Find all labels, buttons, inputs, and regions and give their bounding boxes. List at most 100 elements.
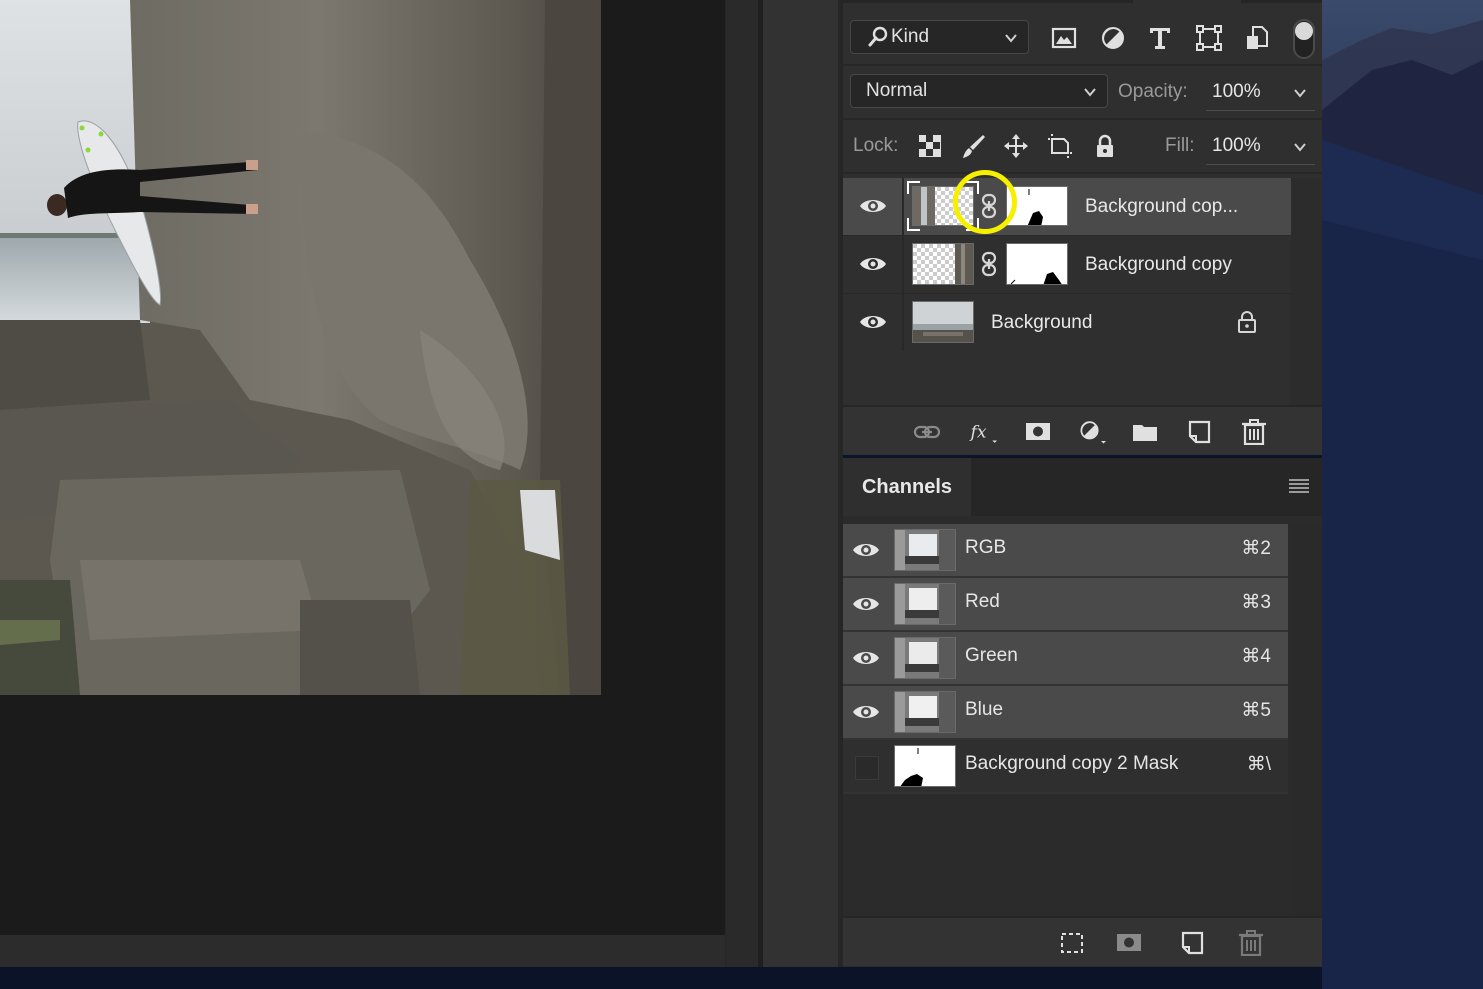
- pixel-layer-filter-icon[interactable]: [1050, 24, 1078, 52]
- channel-row[interactable]: Red ⌘3: [843, 578, 1288, 632]
- channels-scrollbar[interactable]: [1290, 524, 1322, 916]
- eye-icon[interactable]: [852, 593, 880, 615]
- document-image[interactable]: [0, 0, 601, 695]
- channel-name: Red: [965, 591, 1000, 612]
- divider: [902, 178, 904, 235]
- load-channel-as-selection-icon[interactable]: [1058, 930, 1086, 956]
- eye-icon[interactable]: [859, 195, 887, 217]
- channel-row[interactable]: Green ⌘4: [843, 632, 1288, 686]
- tab-channels[interactable]: Channels: [843, 458, 971, 516]
- channel-row[interactable]: Blue ⌘5: [843, 686, 1288, 740]
- layers-panel: Kind Normal Opacity: 100% Lock: Fill: 10…: [843, 0, 1322, 455]
- kind-label: Kind: [891, 26, 930, 47]
- layer-name[interactable]: Background copy: [1085, 254, 1232, 276]
- save-selection-as-channel-icon[interactable]: [1115, 930, 1143, 956]
- layer-name[interactable]: Background cop...: [1085, 196, 1238, 218]
- panel-tab-strip: [843, 0, 1322, 3]
- layer-thumbnail[interactable]: [912, 301, 974, 343]
- adjustment-layer-filter-icon[interactable]: [1099, 24, 1127, 52]
- svg-text:fx: fx: [969, 422, 987, 442]
- delete-channel-icon[interactable]: [1237, 930, 1265, 956]
- add-mask-icon[interactable]: [1024, 419, 1052, 445]
- smart-object-filter-icon[interactable]: [1243, 24, 1271, 52]
- divider: [843, 172, 1322, 174]
- fill-label: Fill:: [1165, 135, 1195, 156]
- blend-mode-value: Normal: [866, 80, 928, 101]
- channel-shortcut: ⌘4: [1241, 646, 1271, 667]
- divider: [902, 294, 904, 351]
- channel-shortcut: ⌘2: [1241, 538, 1271, 559]
- channel-row[interactable]: RGB ⌘2: [843, 524, 1288, 578]
- mask-link-icon[interactable]: [981, 193, 997, 219]
- new-group-icon[interactable]: [1131, 419, 1159, 445]
- opacity-input[interactable]: 100%: [1212, 81, 1261, 103]
- lock-position-icon[interactable]: [1003, 133, 1029, 159]
- channel-thumbnail: [894, 691, 956, 733]
- eye-icon[interactable]: [852, 539, 880, 561]
- layers-scrollbar[interactable]: [1291, 178, 1322, 405]
- lock-image-pixels-icon[interactable]: [961, 133, 987, 159]
- opacity-chevron-down-icon[interactable]: [1293, 86, 1307, 100]
- search-icon: [868, 26, 888, 47]
- channel-thumbnail: [894, 583, 956, 625]
- layer-filter-kind-dropdown[interactable]: Kind: [850, 20, 1029, 54]
- layer-mask-thumbnail[interactable]: [1006, 186, 1068, 226]
- layer-mask-thumbnail[interactable]: [1006, 243, 1068, 285]
- lock-all-icon[interactable]: [1092, 133, 1118, 159]
- panel-menu-icon[interactable]: [1289, 478, 1309, 494]
- fx-icon[interactable]: fx: [969, 419, 997, 445]
- new-layer-icon[interactable]: [1186, 419, 1214, 445]
- type-layer-filter-icon[interactable]: [1146, 24, 1174, 52]
- layer-row[interactable]: Background cop...: [843, 178, 1291, 236]
- collapsed-panel-dock[interactable]: [763, 0, 840, 967]
- lock-label: Lock:: [853, 135, 899, 156]
- fill-input[interactable]: 100%: [1212, 135, 1261, 157]
- desktop-wallpaper: [1322, 0, 1483, 989]
- eye-icon[interactable]: [852, 701, 880, 723]
- channel-thumbnail: [894, 745, 956, 787]
- shape-layer-filter-icon[interactable]: [1195, 24, 1223, 52]
- layer-locked-icon[interactable]: [1236, 310, 1258, 334]
- new-channel-icon[interactable]: [1179, 930, 1207, 956]
- link-layers-icon[interactable]: [913, 419, 941, 445]
- layer-thumbnail[interactable]: [912, 243, 974, 285]
- layer-name[interactable]: Background: [991, 312, 1092, 334]
- channel-shortcut: ⌘3: [1241, 592, 1271, 613]
- channel-thumbnail: [894, 529, 956, 571]
- lock-transparent-pixels-icon[interactable]: [917, 133, 943, 159]
- channel-name: RGB: [965, 537, 1007, 558]
- channel-name: Blue: [965, 699, 1004, 720]
- eye-icon[interactable]: [852, 647, 880, 669]
- desktop-background: [0, 967, 1322, 989]
- channels-panel-header: Channels: [843, 458, 1322, 516]
- layers-list-empty-area[interactable]: [843, 351, 1291, 405]
- layer-row[interactable]: Background copy: [843, 236, 1291, 294]
- blend-mode-dropdown[interactable]: Normal: [850, 74, 1108, 108]
- channel-name: Green: [965, 645, 1018, 666]
- eye-icon[interactable]: [859, 311, 887, 333]
- layer-filter-toggle[interactable]: [1293, 19, 1315, 59]
- layers-footer-toolbar: fx: [843, 405, 1322, 455]
- document-canvas[interactable]: [0, 0, 725, 935]
- channel-shortcut: ⌘\: [1246, 754, 1271, 775]
- horizontal-scrollbar[interactable]: [0, 935, 725, 967]
- divider: [843, 118, 1322, 120]
- vertical-scrollbar[interactable]: [725, 0, 759, 967]
- channel-thumbnail: [894, 637, 956, 679]
- selection-bracket: [907, 181, 979, 231]
- divider: [902, 236, 904, 293]
- eye-icon[interactable]: [859, 253, 887, 275]
- chevron-down-icon: [1005, 34, 1017, 43]
- fill-chevron-down-icon[interactable]: [1293, 140, 1307, 154]
- delete-layer-icon[interactable]: [1240, 419, 1268, 445]
- opacity-underline: [1206, 110, 1315, 111]
- fill-underline: [1206, 164, 1315, 165]
- layer-row[interactable]: Background: [843, 294, 1291, 352]
- new-adjustment-layer-icon[interactable]: [1078, 419, 1106, 445]
- channel-row[interactable]: Background copy 2 Mask ⌘\: [843, 740, 1288, 794]
- opacity-label: Opacity:: [1118, 81, 1188, 102]
- visibility-checkbox[interactable]: [855, 756, 879, 780]
- mask-link-icon[interactable]: [981, 251, 997, 277]
- divider: [843, 64, 1322, 66]
- lock-artboard-icon[interactable]: [1047, 133, 1073, 159]
